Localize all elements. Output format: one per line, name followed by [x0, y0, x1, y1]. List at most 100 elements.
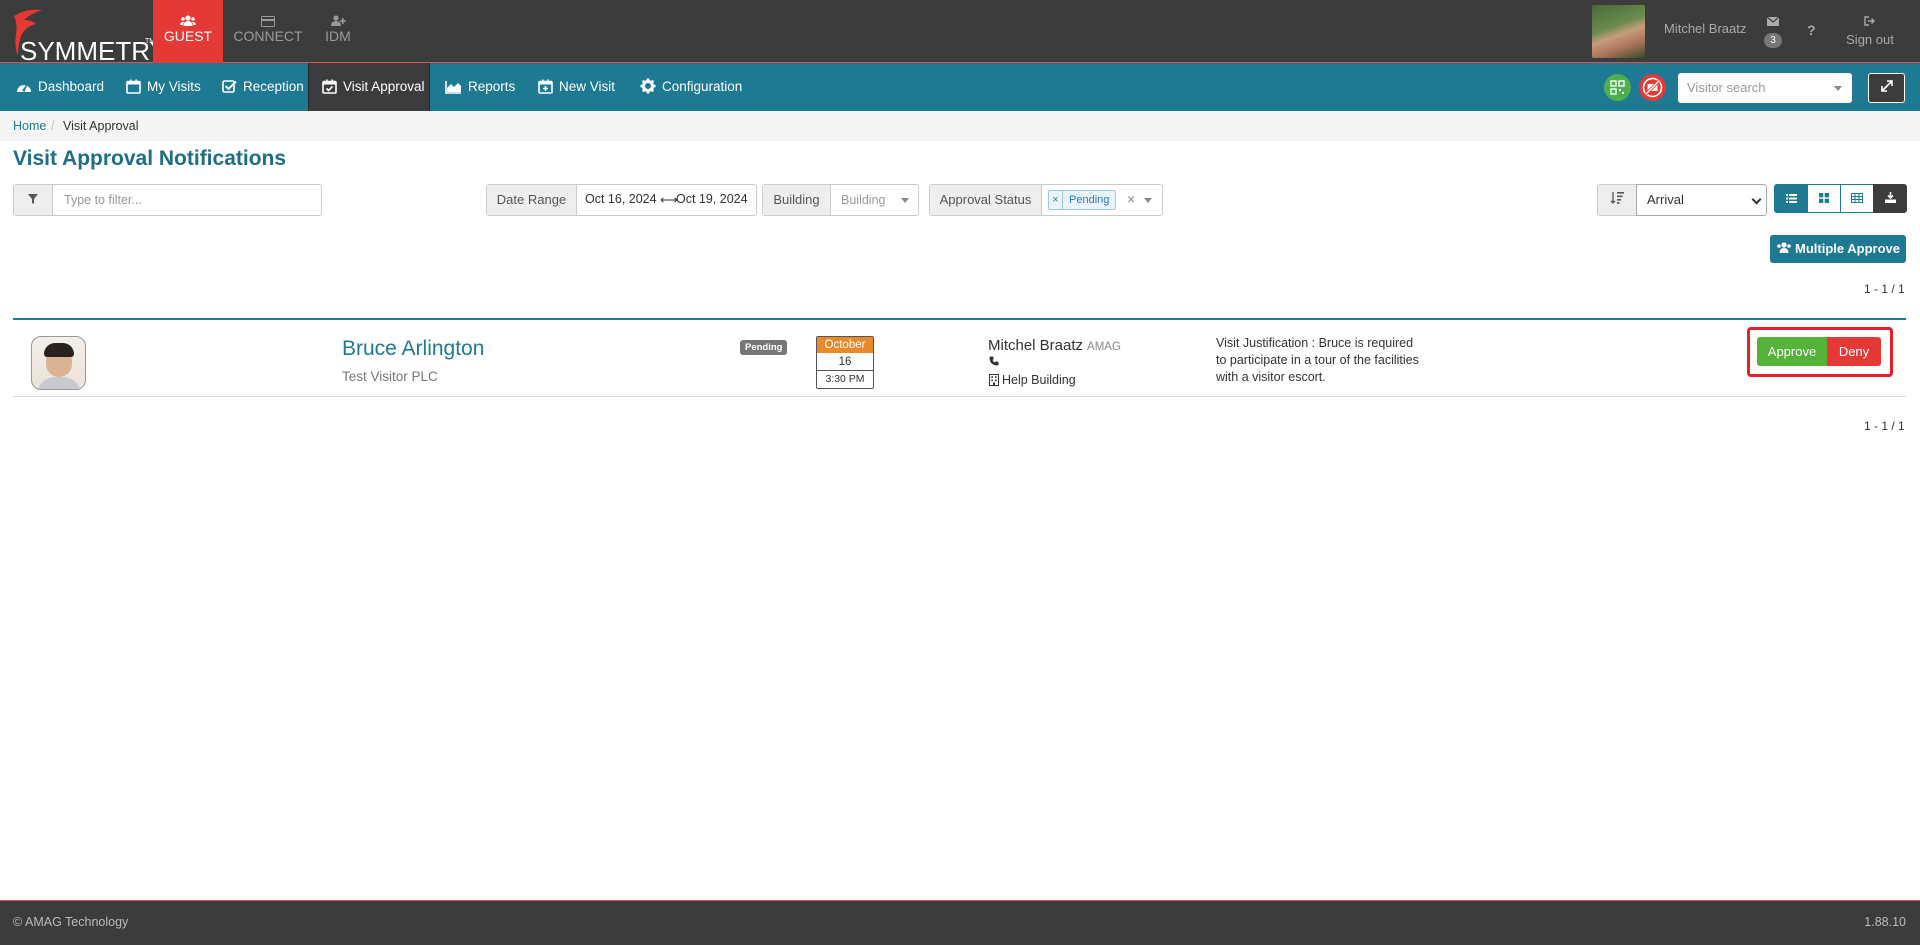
envelope-icon[interactable] [1764, 14, 1782, 29]
messages-count-badge[interactable]: 3 [1764, 33, 1782, 48]
user-name[interactable]: Mitchel Braatz [1664, 21, 1746, 36]
breadcrumb-current: Visit Approval [63, 119, 139, 133]
qr-status-icon[interactable] [1604, 74, 1631, 101]
visitor-search-placeholder: Visitor search [1687, 80, 1766, 95]
text-filter[interactable]: Type to filter... [13, 184, 322, 216]
breadcrumb: Home / Visit Approval [0, 111, 1920, 141]
date-range-end[interactable]: Oct 19, 2024 [676, 192, 748, 206]
pagination-top: 1 - 1 / 1 [1864, 282, 1905, 296]
grid-view-button[interactable] [1807, 184, 1841, 213]
chevron-down-icon [1751, 194, 1762, 205]
app-tab-label: GUEST [163, 28, 213, 44]
breadcrumb-home[interactable]: Home [13, 119, 46, 133]
sign-out-button[interactable]: Sign out [1842, 14, 1898, 47]
table-icon [1851, 193, 1863, 203]
building-filter[interactable]: Building Building [762, 184, 919, 216]
chevron-down-icon [901, 198, 909, 203]
arrival-time: 3:30 PM [825, 373, 865, 385]
app-tab-connect[interactable]: CONNECT [232, 0, 304, 63]
nav-new-visit[interactable]: New Visit [538, 63, 615, 111]
host-name-text: Mitchel Braatz [988, 337, 1084, 354]
sort-by-select[interactable]: Arrival [1636, 184, 1767, 216]
clear-status-icon[interactable]: × [1127, 191, 1135, 207]
multiple-approve-button[interactable]: Multiple Approve [1770, 235, 1906, 263]
blocked-camera-icon[interactable] [1639, 74, 1666, 101]
date-range-filter[interactable]: Date Range Oct 16, 2024 ⟷ Oct 19, 2024 [486, 184, 757, 216]
phone-icon [989, 356, 999, 369]
visitor-search-select[interactable]: Visitor search [1678, 73, 1852, 103]
top-bar: SYMMETRY TM GUEST CONNECT IDM Mitchel Br… [0, 0, 1920, 66]
approve-button[interactable]: Approve [1757, 337, 1827, 366]
arrival-date-calendar: October 16 3:30 PM [816, 336, 874, 389]
tag-label: Pending [1069, 194, 1110, 206]
list-divider [13, 318, 1906, 320]
app-tab-idm[interactable]: IDM [312, 0, 364, 63]
text-filter-input[interactable]: Type to filter... [64, 193, 142, 207]
host-name: Mitchel Braatz AMAG [988, 337, 1121, 354]
download-button[interactable] [1873, 184, 1907, 213]
nav-dashboard[interactable]: Dashboard [16, 63, 104, 111]
arrival-day: 16 [817, 353, 873, 371]
list-divider [13, 396, 1906, 397]
footer: © AMAG Technology 1.88.10 [0, 900, 1920, 945]
table-view-button[interactable] [1840, 184, 1874, 213]
building-select[interactable]: Building [841, 193, 885, 207]
nav-label: Configuration [662, 79, 743, 94]
nav-label: Reception [243, 79, 304, 94]
dashboard-icon [17, 83, 31, 92]
user-avatar[interactable] [1592, 5, 1645, 58]
visitor-company: Test Visitor PLC [342, 369, 438, 384]
main-nav: Dashboard My Visits Reception Visit Appr… [0, 63, 1920, 111]
calendar-icon [126, 79, 141, 94]
date-range-start[interactable]: Oct 16, 2024 [585, 192, 657, 206]
calendar-plus-icon [538, 79, 553, 94]
nav-reception[interactable]: Reception [222, 63, 304, 111]
help-icon[interactable]: ? [1807, 22, 1816, 38]
nav-label: New Visit [559, 79, 616, 94]
user-plus-icon [312, 0, 364, 26]
nav-label: Dashboard [38, 79, 105, 94]
status-tag-pending[interactable]: × Pending [1048, 190, 1117, 210]
list-icon [1785, 194, 1797, 203]
building-label: Building [763, 185, 831, 215]
chevron-down-icon [1834, 86, 1842, 91]
app-tab-label: CONNECT [233, 28, 303, 44]
visitor-photo[interactable] [31, 336, 86, 390]
visit-justification: Visit Justification : Bruce is required … [1216, 336, 1419, 384]
approval-status-filter[interactable]: Approval Status × Pending × [929, 184, 1163, 216]
calendar-check-icon [322, 79, 337, 94]
arrival-month: October [817, 337, 873, 353]
filter-icon [14, 185, 53, 215]
sign-out-icon [1842, 14, 1898, 32]
check-square-icon [222, 80, 237, 93]
version-text: 1.88.10 [1864, 915, 1906, 929]
host-building: Help Building [989, 373, 1076, 387]
symmetry-logo[interactable]: SYMMETRY TM [6, 4, 167, 66]
deny-button[interactable]: Deny [1827, 337, 1881, 366]
nav-reports[interactable]: Reports [445, 63, 515, 111]
nav-configuration[interactable]: Configuration [640, 63, 742, 111]
page-title: Visit Approval Notifications [13, 147, 287, 170]
nav-label: Visit Approval [343, 79, 425, 94]
expand-icon [1880, 80, 1893, 92]
gear-icon [640, 78, 656, 94]
list-view-button[interactable] [1774, 184, 1808, 213]
sign-out-label: Sign out [1846, 32, 1894, 47]
visitor-name-link[interactable]: Bruce Arlington [342, 337, 484, 361]
nav-my-visits[interactable]: My Visits [126, 63, 201, 111]
card-icon [232, 0, 304, 27]
area-chart-icon [445, 81, 461, 94]
app-tab-guest[interactable]: GUEST [153, 0, 223, 63]
nav-visit-approval[interactable]: Visit Approval [308, 63, 430, 111]
pagination-bottom: 1 - 1 / 1 [1864, 419, 1905, 433]
fullscreen-button[interactable] [1868, 73, 1905, 103]
copyright-text: © AMAG Technology [13, 915, 129, 929]
sort-amount-icon [1610, 192, 1624, 204]
users-icon [153, 0, 223, 26]
chevron-down-icon [1144, 198, 1152, 203]
nav-label: Reports [468, 79, 516, 94]
sort-by-value: Arrival [1647, 192, 1684, 207]
download-icon [1884, 192, 1896, 203]
tag-remove-icon[interactable]: × [1049, 191, 1063, 209]
sort-order-button[interactable] [1597, 184, 1637, 216]
